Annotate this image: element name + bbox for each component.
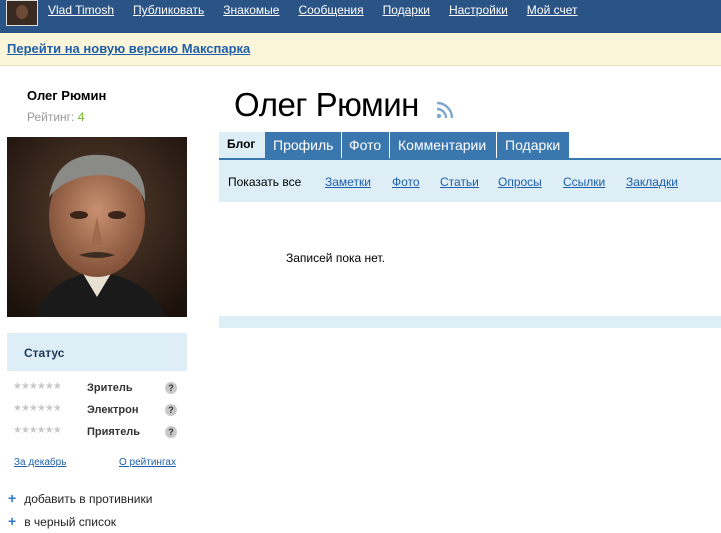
nav-gifts[interactable]: Подарки <box>383 3 430 17</box>
empty-message: Записей пока нет. <box>286 251 385 265</box>
top-nav: Vlad Timosh Публиковать Знакомые Сообщен… <box>48 3 597 17</box>
plus-icon: + <box>8 490 17 506</box>
top-bar: Vlad Timosh Публиковать Знакомые Сообщен… <box>0 0 721 33</box>
plus-icon: + <box>8 513 17 529</box>
stars-icon: ★★★★★★ <box>13 403 62 414</box>
help-icon[interactable]: ? <box>165 382 177 394</box>
stars-icon: ★★★★★★ <box>13 425 62 436</box>
status-title: Статус <box>24 346 65 360</box>
user-avatar[interactable] <box>6 0 38 26</box>
subnav-photo[interactable]: Фото <box>392 175 420 189</box>
december-link[interactable]: За декабрь <box>14 457 66 468</box>
subnav-notes[interactable]: Заметки <box>325 175 371 189</box>
tab-profile[interactable]: Профиль <box>265 132 341 158</box>
nav-settings[interactable]: Настройки <box>449 3 508 17</box>
nav-messages[interactable]: Сообщения <box>298 3 363 17</box>
blog-subnav: Показать все Заметки Фото Статьи Опросы … <box>219 160 721 202</box>
status-label: Зритель <box>87 382 133 394</box>
nav-my-account[interactable]: Мой счет <box>527 3 578 17</box>
tab-blog[interactable]: Блог <box>219 132 265 160</box>
rating-label: Рейтинг: <box>27 110 75 124</box>
content-footer-bar <box>219 316 721 328</box>
nav-friends[interactable]: Знакомые <box>223 3 279 17</box>
subnav-links[interactable]: Ссылки <box>563 175 605 189</box>
rating: Рейтинг: 4 <box>27 110 84 124</box>
status-row-friend: ★★★★★★ Приятель ? <box>13 425 183 441</box>
status-row-electron: ★★★★★★ Электрон ? <box>13 403 183 419</box>
nav-publish[interactable]: Публиковать <box>133 3 204 17</box>
about-ratings-link[interactable]: О рейтингах <box>119 457 176 468</box>
rss-icon[interactable] <box>436 101 454 119</box>
profile-name: Олег Рюмин <box>27 88 107 103</box>
add-enemy-label: добавить в противники <box>24 492 153 506</box>
help-icon[interactable]: ? <box>165 404 177 416</box>
subnav-polls[interactable]: Опросы <box>498 175 542 189</box>
stars-icon: ★★★★★★ <box>13 381 62 392</box>
subnav-show-all[interactable]: Показать все <box>228 175 301 189</box>
status-label: Приятель <box>87 426 141 438</box>
help-icon[interactable]: ? <box>165 426 177 438</box>
notice-bar: Перейти на новую версию Макспарка <box>0 33 721 66</box>
profile-photo[interactable] <box>7 137 187 317</box>
tab-comments[interactable]: Комментарии <box>390 132 496 158</box>
status-row-viewer: ★★★★★★ Зритель ? <box>13 381 183 397</box>
tab-photo[interactable]: Фото <box>342 132 389 158</box>
blacklist-label: в черный список <box>24 515 117 529</box>
tab-gifts[interactable]: Подарки <box>497 132 569 158</box>
status-header: Статус <box>7 333 187 371</box>
new-version-link[interactable]: Перейти на новую версию Макспарка <box>7 41 250 56</box>
subnav-articles[interactable]: Статьи <box>440 175 479 189</box>
page-title: Олег Рюмин <box>234 86 419 123</box>
subnav-bookmarks[interactable]: Закладки <box>626 175 678 189</box>
add-enemy-action[interactable]: + добавить в противники <box>8 490 152 506</box>
user-name-link[interactable]: Vlad Timosh <box>48 3 114 17</box>
blacklist-action[interactable]: + в черный список <box>8 513 116 529</box>
rating-value: 4 <box>77 110 85 124</box>
status-label: Электрон <box>87 404 139 416</box>
